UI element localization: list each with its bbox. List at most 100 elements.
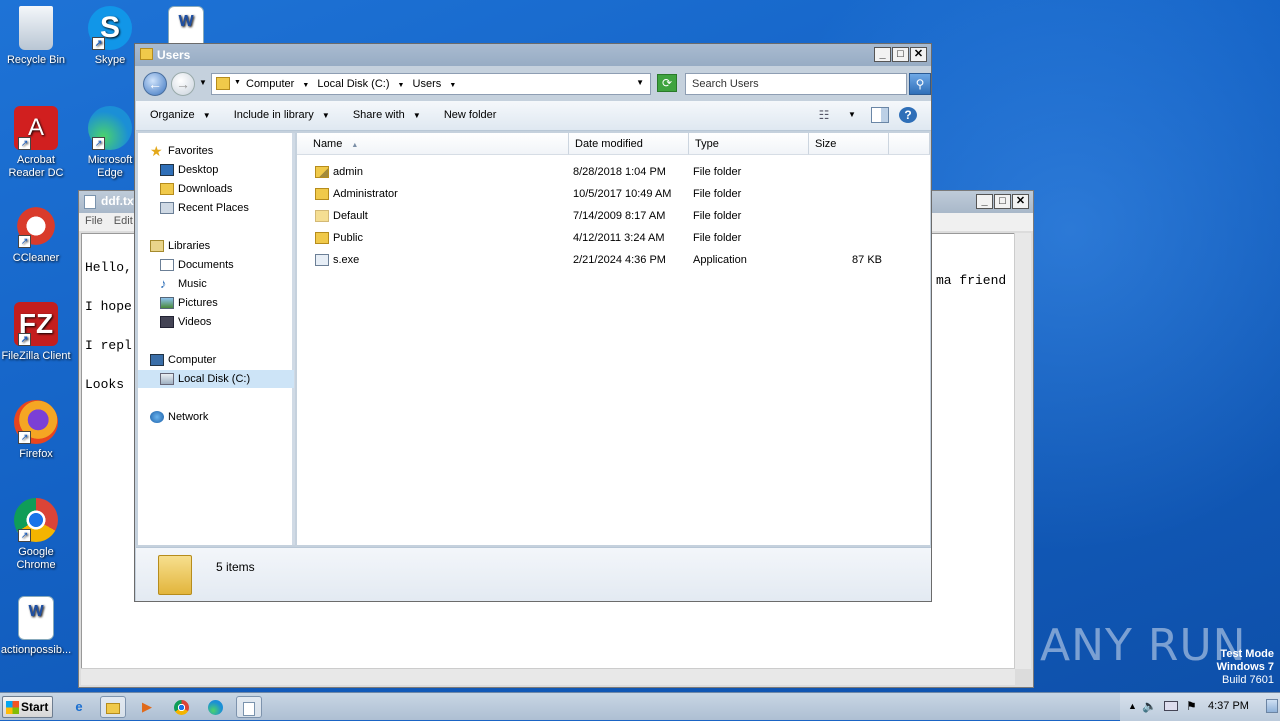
vertical-scrollbar[interactable] [1014, 233, 1031, 669]
desktop-icon-filezilla[interactable]: FZ ↗ FileZilla Client [0, 302, 72, 363]
view-options-chevron-icon[interactable]: ▼ [843, 107, 861, 123]
menu-edit[interactable]: Edit [114, 215, 133, 227]
minimize-button[interactable]: _ [874, 47, 891, 62]
notepad-window-controls: _ □ ✕ [975, 194, 1029, 209]
table-row[interactable]: Public 4/12/2011 3:24 AM File folder [297, 227, 930, 249]
internet-explorer-icon[interactable]: e [66, 696, 92, 718]
menu-file[interactable]: File [85, 215, 103, 227]
notepad-taskbar-button[interactable] [236, 696, 262, 718]
explorer-taskbar-button[interactable] [100, 696, 126, 718]
close-button[interactable]: ✕ [1012, 194, 1029, 209]
desktop-icon-chrome[interactable]: ↗ Google Chrome [0, 498, 72, 572]
new-folder-button[interactable]: New folder [444, 109, 497, 121]
action-center-flag-icon[interactable]: ⚑ [1186, 699, 1197, 713]
details-pane: 5 items [136, 547, 931, 601]
desktop-icon-firefox[interactable]: ↗ Firefox [0, 400, 72, 461]
nav-libraries[interactable]: Libraries [138, 237, 210, 255]
volume-icon[interactable]: 🔈 [1142, 699, 1157, 713]
folder-icon [315, 232, 329, 244]
maximize-button[interactable]: □ [892, 47, 909, 62]
breadcrumb-computer[interactable]: Computer [246, 78, 294, 90]
nav-pictures[interactable]: Pictures [138, 294, 218, 312]
desktop-icon-label: Recycle Bin [6, 54, 66, 66]
table-row[interactable]: Default 7/14/2009 8:17 AM File folder [297, 205, 930, 227]
edge-icon: ↗ [88, 106, 132, 150]
desktop-icon-recycle-bin[interactable]: Recycle Bin [0, 6, 72, 67]
chevron-down-icon[interactable]: ▼ [449, 82, 456, 89]
recent-pages-chevron-icon[interactable]: ▼ [199, 78, 207, 87]
media-player-icon[interactable]: ▶ [134, 696, 160, 718]
share-with-button[interactable]: Share with ▼ [353, 109, 421, 121]
chevron-down-icon[interactable]: ▼ [398, 82, 405, 89]
show-desktop-button[interactable] [1266, 699, 1278, 713]
downloads-icon [160, 183, 174, 195]
nav-desktop[interactable]: Desktop [138, 161, 218, 179]
table-row[interactable]: s.exe 2/21/2024 4:36 PM Application 87 K… [297, 249, 930, 271]
share-with-label: Share with [352, 109, 405, 121]
nav-favorites[interactable]: ★ Favorites [138, 142, 213, 160]
minimize-button[interactable]: _ [976, 194, 993, 209]
explorer-titlebar[interactable]: Users _ □ ✕ [135, 44, 931, 66]
start-button[interactable]: Start [2, 696, 53, 718]
clock[interactable]: 4:37 PM [1208, 700, 1249, 712]
explorer-window-controls: _ □ ✕ [873, 47, 927, 62]
maximize-button[interactable]: □ [994, 194, 1011, 209]
nav-documents[interactable]: Documents [138, 256, 234, 274]
item-count: 5 items [216, 560, 255, 574]
explorer-window[interactable]: Users _ □ ✕ ← → ▼ ▼ Computer ▼ Local Dis… [134, 43, 932, 602]
table-row[interactable]: Administrator 10/5/2017 10:49 AM File fo… [297, 183, 930, 205]
computer-icon [150, 354, 164, 366]
notepad-icon [243, 701, 255, 716]
test-mode-line3: Build 7601 [1222, 674, 1274, 686]
address-bar[interactable]: ▼ Computer ▼ Local Disk (C:) ▼ Users ▼ ▼ [211, 73, 651, 95]
folder-icon [106, 703, 120, 715]
column-header-type[interactable]: Type [689, 133, 809, 155]
change-view-icon[interactable]: ☷ [815, 107, 833, 123]
network-icon[interactable] [1164, 701, 1178, 711]
pictures-icon [160, 297, 174, 309]
organize-button[interactable]: Organize ▼ [150, 109, 211, 121]
locked-folder-icon [315, 166, 329, 178]
nav-local-disk[interactable]: Local Disk (C:) [138, 370, 294, 388]
help-icon[interactable]: ? [899, 107, 917, 123]
nav-recent-places[interactable]: Recent Places [138, 199, 249, 217]
shortcut-arrow-icon: ↗ [18, 431, 31, 444]
desktop-icon-acrobat[interactable]: A ↗ Acrobat Reader DC [0, 106, 72, 180]
include-in-library-button[interactable]: Include in library ▼ [234, 109, 330, 121]
nav-music[interactable]: ♪ Music [138, 275, 207, 293]
nav-videos[interactable]: Videos [138, 313, 211, 331]
nav-computer[interactable]: Computer [138, 351, 216, 369]
notepad-line-fragment: ma friend [936, 273, 1007, 288]
nav-downloads[interactable]: Downloads [138, 180, 232, 198]
show-hidden-icons-icon[interactable]: ▲ [1128, 701, 1137, 711]
desktop-icon-actionpossib[interactable]: W actionpossib... [0, 596, 72, 657]
preview-pane-icon[interactable] [871, 107, 889, 123]
forward-button[interactable]: → [171, 72, 195, 96]
column-header-size[interactable]: Size [809, 133, 889, 155]
chevron-down-icon[interactable]: ▼ [234, 79, 241, 86]
table-row[interactable]: admin 8/28/2018 1:04 PM File folder [297, 161, 930, 183]
back-button[interactable]: ← [143, 72, 167, 96]
view-controls: ☷ ▼ ? [815, 107, 917, 123]
file-name: Public [333, 232, 363, 244]
desktop-icon-ccleaner[interactable]: ↗ CCleaner [0, 204, 72, 265]
refresh-button[interactable]: ⟳ [657, 74, 677, 92]
column-header-name[interactable]: Name ▲ [297, 133, 569, 155]
breadcrumb-users[interactable]: Users [413, 78, 442, 90]
search-icon[interactable]: ⚲ [909, 73, 931, 95]
close-button[interactable]: ✕ [910, 47, 927, 62]
column-header-date-modified[interactable]: Date modified [569, 133, 689, 155]
command-bar: Organize ▼ Include in library ▼ Share wi… [136, 101, 931, 131]
address-dropdown-icon[interactable]: ▼ [636, 78, 644, 87]
chevron-down-icon[interactable]: ▼ [302, 82, 309, 89]
folder-icon [315, 188, 329, 200]
file-name: admin [333, 166, 363, 178]
search-input[interactable]: Search Users [685, 73, 907, 95]
breadcrumb-local-disk[interactable]: Local Disk (C:) [317, 78, 389, 90]
nav-network[interactable]: Network [138, 408, 208, 426]
libraries-icon [150, 240, 164, 252]
column-header-label: Name [313, 138, 343, 150]
edge-icon[interactable] [202, 696, 228, 718]
horizontal-scrollbar[interactable] [81, 668, 1015, 685]
chrome-icon[interactable] [168, 696, 194, 718]
